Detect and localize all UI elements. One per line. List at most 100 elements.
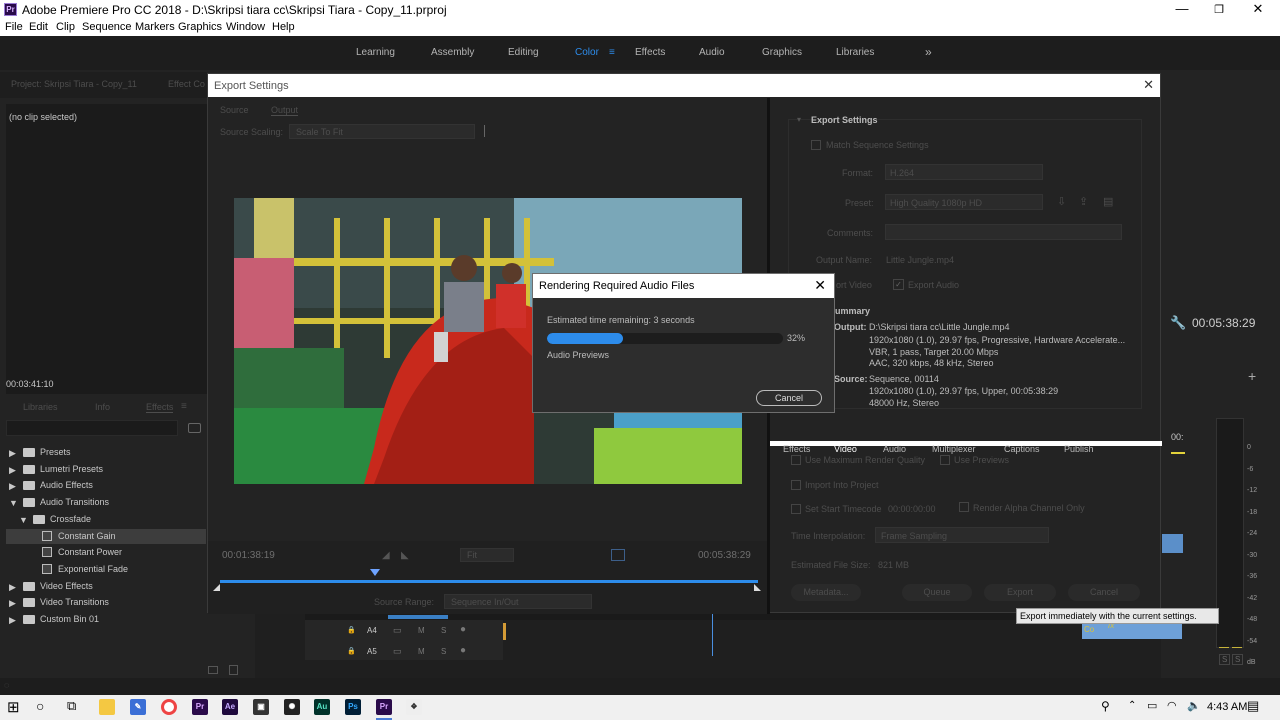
menu-sequence[interactable]: Sequence bbox=[82, 21, 132, 33]
photoshop-icon[interactable]: Ps bbox=[345, 699, 361, 715]
effects-tree-item[interactable]: Constant Gain bbox=[58, 531, 116, 541]
chevron-down-icon[interactable]: ▼ bbox=[9, 498, 18, 508]
start-timecode-checkbox[interactable] bbox=[791, 504, 801, 514]
effects-tree-item[interactable]: Presets bbox=[40, 447, 71, 457]
chevron-right-icon[interactable]: ▶ bbox=[9, 465, 16, 476]
render-alpha-checkbox[interactable] bbox=[959, 502, 969, 512]
windows-start-icon[interactable]: ⊞ bbox=[7, 698, 20, 716]
range-start-handle[interactable] bbox=[213, 584, 220, 591]
import-preset-icon[interactable]: ⇪ bbox=[1079, 195, 1088, 208]
export-audio-checkbox[interactable]: ✓ bbox=[893, 279, 904, 290]
menu-edit[interactable]: Edit bbox=[29, 21, 48, 33]
mute-button-a4[interactable]: M bbox=[418, 626, 425, 635]
new-item-icon[interactable] bbox=[208, 666, 218, 674]
tab-captions[interactable]: Captions bbox=[1004, 444, 1040, 454]
cancel-export-button[interactable]: Cancel bbox=[1068, 584, 1140, 601]
tab-info[interactable]: Info bbox=[95, 402, 110, 412]
tab-output[interactable]: Output bbox=[271, 105, 299, 116]
effects-tree-item[interactable]: Lumetri Presets bbox=[40, 464, 103, 474]
range-end-handle[interactable] bbox=[754, 584, 761, 591]
audition-icon[interactable]: Au bbox=[314, 699, 330, 715]
workspace-learning[interactable]: Learning bbox=[356, 47, 395, 58]
tab-video-settings[interactable]: Video bbox=[834, 444, 857, 454]
file-explorer-icon[interactable] bbox=[99, 699, 115, 715]
workspace-audio[interactable]: Audio bbox=[699, 47, 725, 58]
track-a4[interactable]: A4 bbox=[367, 626, 377, 635]
metadata-button[interactable]: Metadata... bbox=[791, 584, 861, 601]
new-bin-icon[interactable] bbox=[188, 423, 201, 433]
tab-effects-settings[interactable]: Effects bbox=[783, 444, 810, 454]
tab-project[interactable]: Project: Skripsi Tiara - Copy_11 bbox=[11, 79, 137, 89]
menu-graphics[interactable]: Graphics bbox=[178, 21, 222, 33]
effects-tree-item[interactable]: Constant Power bbox=[58, 547, 122, 557]
chevron-right-icon[interactable]: ▶ bbox=[9, 598, 16, 609]
notifications-icon[interactable]: ▤ bbox=[1247, 698, 1259, 714]
trash-icon[interactable] bbox=[229, 665, 238, 675]
mic-icon-a5[interactable]: ● bbox=[460, 645, 466, 656]
sync-icon-a5[interactable]: ▭ bbox=[393, 646, 402, 657]
mute-button-a5[interactable]: M bbox=[418, 647, 425, 656]
aspect-ratio-icon[interactable] bbox=[611, 549, 625, 561]
effects-tree-item[interactable]: Video Effects bbox=[40, 581, 93, 591]
chevron-right-icon[interactable]: ▶ bbox=[9, 448, 16, 459]
workspace-effects[interactable]: Effects bbox=[635, 47, 665, 58]
effects-tree-item[interactable]: Audio Effects bbox=[40, 480, 93, 490]
workspace-graphics[interactable]: Graphics bbox=[762, 47, 802, 58]
person-icon[interactable]: ⚲ bbox=[1101, 699, 1110, 713]
menu-help[interactable]: Help bbox=[272, 21, 295, 33]
source-range-select[interactable]: Sequence In/Out bbox=[444, 594, 592, 609]
pen-icon[interactable]: ✎ bbox=[130, 699, 146, 715]
workspace-libraries[interactable]: Libraries bbox=[836, 47, 874, 58]
premiere-active-icon[interactable]: Pr bbox=[376, 699, 392, 715]
workspace-color[interactable]: Color bbox=[575, 47, 599, 58]
match-sequence-checkbox[interactable] bbox=[811, 140, 821, 150]
timeline-playhead[interactable] bbox=[712, 613, 713, 656]
maximize-icon[interactable]: ❐ bbox=[1204, 3, 1234, 16]
tab-libraries[interactable]: Libraries bbox=[23, 402, 58, 412]
lock-icon-a4[interactable]: 🔒 bbox=[347, 626, 356, 634]
solo-button-a5[interactable]: S bbox=[441, 647, 446, 656]
network-icon[interactable]: ◠ bbox=[1167, 699, 1177, 712]
tab-source[interactable]: Source bbox=[220, 105, 249, 115]
export-playhead[interactable] bbox=[369, 569, 380, 576]
delete-preset-icon[interactable]: ▤ bbox=[1103, 195, 1113, 208]
export-dialog-close-icon[interactable]: ✕ bbox=[1143, 77, 1154, 93]
minimize-icon[interactable]: — bbox=[1167, 1, 1197, 16]
tab-effects[interactable]: Effects bbox=[146, 402, 174, 413]
after-effects-icon[interactable]: Ae bbox=[222, 699, 238, 715]
mic-icon-a4[interactable]: ● bbox=[460, 624, 466, 635]
tab-audio-settings[interactable]: Audio bbox=[883, 444, 906, 454]
effects-tree-item[interactable]: Audio Transitions bbox=[40, 497, 109, 507]
panel-menu-icon[interactable]: ≡ bbox=[181, 401, 187, 412]
solo-left-button[interactable]: S bbox=[1219, 654, 1231, 665]
fit-select[interactable]: Fit bbox=[460, 548, 514, 562]
render-cancel-button[interactable]: Cancel bbox=[756, 390, 822, 406]
track-a5[interactable]: A5 bbox=[367, 647, 377, 656]
export-scrub-bar[interactable] bbox=[220, 580, 758, 583]
cursor-app-icon[interactable]: ❖ bbox=[406, 699, 422, 715]
chevron-right-icon[interactable]: ▶ bbox=[9, 615, 16, 626]
set-in-point-icon[interactable]: ◢ bbox=[382, 550, 390, 561]
task-view-icon[interactable]: ⧉ bbox=[67, 698, 76, 714]
video-app-icon[interactable]: ▣ bbox=[253, 699, 269, 715]
effects-tree-item[interactable]: Video Transitions bbox=[40, 597, 109, 607]
volume-icon[interactable]: 🔈 bbox=[1187, 699, 1201, 712]
tab-effect-controls[interactable]: Effect Co bbox=[168, 79, 205, 89]
export-in-timecode[interactable]: 00:01:38:19 bbox=[222, 550, 275, 561]
search-icon[interactable]: ○ bbox=[36, 698, 44, 714]
save-preset-icon[interactable]: ⇩ bbox=[1057, 195, 1066, 208]
rendering-close-icon[interactable]: ✕ bbox=[814, 277, 826, 294]
tab-multiplexer[interactable]: Multiplexer bbox=[932, 444, 976, 454]
chevron-right-icon[interactable]: ▶ bbox=[9, 481, 16, 492]
chevron-up-icon[interactable]: ⌃ bbox=[1128, 700, 1136, 711]
menu-file[interactable]: File bbox=[5, 21, 23, 33]
preset-select[interactable]: High Quality 1080p HD bbox=[885, 194, 1043, 210]
davinci-icon[interactable]: ✺ bbox=[284, 699, 300, 715]
format-select[interactable]: H.264 bbox=[885, 164, 1043, 180]
menu-clip[interactable]: Clip bbox=[56, 21, 75, 33]
export-out-timecode[interactable]: 00:05:38:29 bbox=[698, 550, 751, 561]
solo-button-a4[interactable]: S bbox=[441, 626, 446, 635]
menu-window[interactable]: Window bbox=[226, 21, 265, 33]
workspace-menu-icon[interactable]: ≡ bbox=[609, 47, 615, 58]
chrome-icon[interactable] bbox=[161, 699, 177, 715]
